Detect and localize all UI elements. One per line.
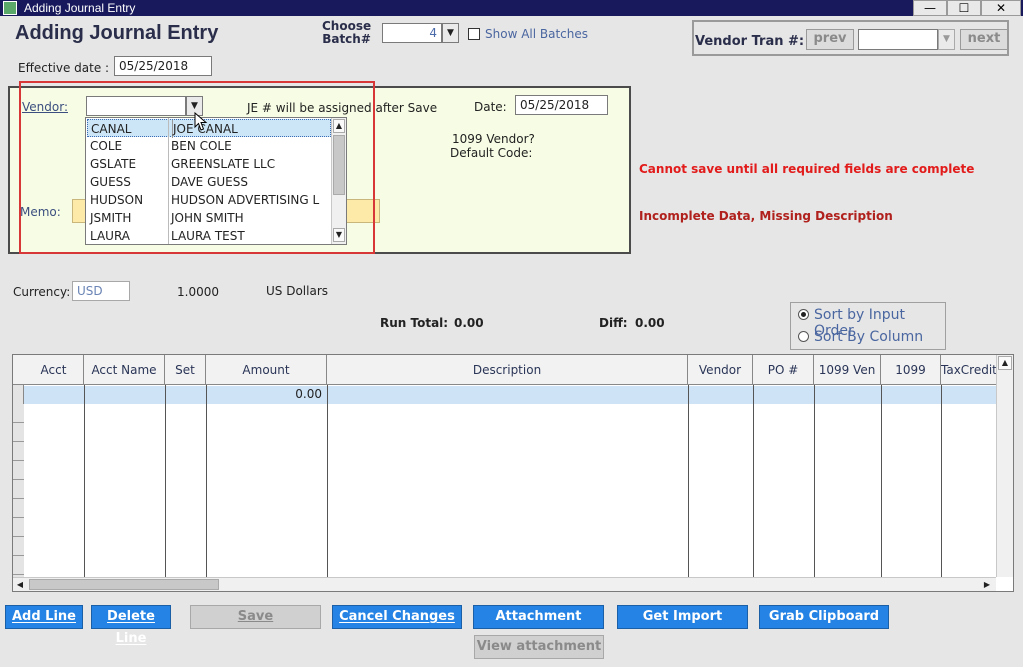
table-row[interactable] [24,386,996,404]
col-set[interactable]: Set [165,355,206,385]
minimize-icon[interactable]: — [913,0,947,16]
grid-scroll-up-icon[interactable]: ▲ [998,356,1012,370]
mouse-cursor-icon [194,112,208,131]
amount-cell[interactable]: 0.00 [206,387,322,401]
run-total-value: 0.00 [454,316,484,330]
scroll-right-icon[interactable]: ▶ [981,579,993,590]
col-vendor[interactable]: Vendor [688,355,753,385]
scroll-left-icon[interactable]: ◀ [14,579,26,590]
show-all-batches-label: Show All Batches [485,27,589,41]
effective-date-field[interactable]: 05/25/2018 [114,56,212,76]
batch-dropdown-chevron-icon[interactable]: ▼ [442,23,459,43]
vendor-tran-label: Vendor Tran #: [695,34,805,49]
date-field[interactable]: 05/25/2018 [515,95,608,115]
col-1099-ven[interactable]: 1099 Ven [814,355,881,385]
col-line [327,385,328,577]
close-icon[interactable]: ✕ [981,0,1021,16]
error-required-fields: Cannot save until all required fields ar… [639,162,975,176]
currency-rate: 1.0000 [177,285,219,299]
get-import-button[interactable]: Get Import [617,605,748,629]
attachment-button[interactable]: Attachment [473,605,604,629]
batch-select[interactable]: 4 [382,23,442,43]
col-description[interactable]: Description [327,355,688,385]
col-line [941,385,942,577]
sort-by-column-label[interactable]: Sort By Column [814,329,923,345]
view-attachment-button[interactable]: View attachment [474,635,604,659]
choose-batch-line2: Batch# [322,32,371,46]
vendor-1099-label: 1099 Vendor? [452,132,535,146]
grid-vertical-scrollbar[interactable]: ▲ [996,355,1013,577]
col-line [814,385,815,577]
col-acct[interactable]: Acct [24,355,84,385]
default-code-label: Default Code: [450,146,533,160]
col-amount[interactable]: Amount [206,355,327,385]
page-title: Adding Journal Entry [15,22,219,44]
horizontal-scroll-thumb[interactable] [29,579,219,590]
col-line [753,385,754,577]
journal-lines-grid[interactable]: Acct Acct Name Set Amount Description Ve… [12,354,1014,592]
col-line [165,385,166,577]
sort-input-order-radio[interactable] [798,309,809,320]
col-1099[interactable]: 1099 [881,355,941,385]
window-title-bar: Adding Journal Entry [0,0,1023,16]
grab-clipboard-button[interactable]: Grab Clipboard [759,605,889,629]
currency-name: US Dollars [266,284,329,298]
grid-horizontal-scrollbar[interactable]: ◀ ▶ [13,577,996,591]
error-missing-description: Incomplete Data, Missing Description [639,209,893,223]
window-title: Adding Journal Entry [24,1,136,15]
vendor-tran-select[interactable] [858,29,938,50]
cancel-changes-button[interactable]: Cancel Changes [332,605,462,629]
diff-label: Diff: [599,316,628,330]
diff-value: 0.00 [635,316,665,330]
maximize-icon[interactable]: ☐ [947,0,981,16]
run-total-label: Run Total: [380,316,449,330]
row-selectors [13,404,24,577]
highlight-box [19,81,375,254]
col-line [84,385,85,577]
currency-code-field[interactable]: USD [72,281,130,301]
col-taxcredit[interactable]: TaxCredit [941,355,996,385]
col-acct-name[interactable]: Acct Name [84,355,165,385]
sort-options-box: Sort by Input Order Sort By Column [790,302,946,350]
currency-label: Currency: [13,285,71,299]
prev-button[interactable]: prev [806,29,854,50]
app-icon [3,1,17,15]
save-button[interactable]: Save [190,605,321,629]
col-line [206,385,207,577]
vendor-tran-chevron-icon[interactable]: ▼ [938,29,955,50]
sort-by-column-radio[interactable] [798,331,809,342]
col-po[interactable]: PO # [753,355,814,385]
next-button[interactable]: next [960,29,1008,50]
effective-date-label: Effective date : [18,61,110,75]
date-label: Date: [474,100,507,114]
show-all-batches-checkbox[interactable] [468,28,480,40]
add-line-button[interactable]: Add Line [5,605,83,629]
choose-batch-label: Choose Batch# [322,20,371,46]
col-line [881,385,882,577]
col-line [688,385,689,577]
delete-line-button[interactable]: Delete Line [91,605,171,646]
